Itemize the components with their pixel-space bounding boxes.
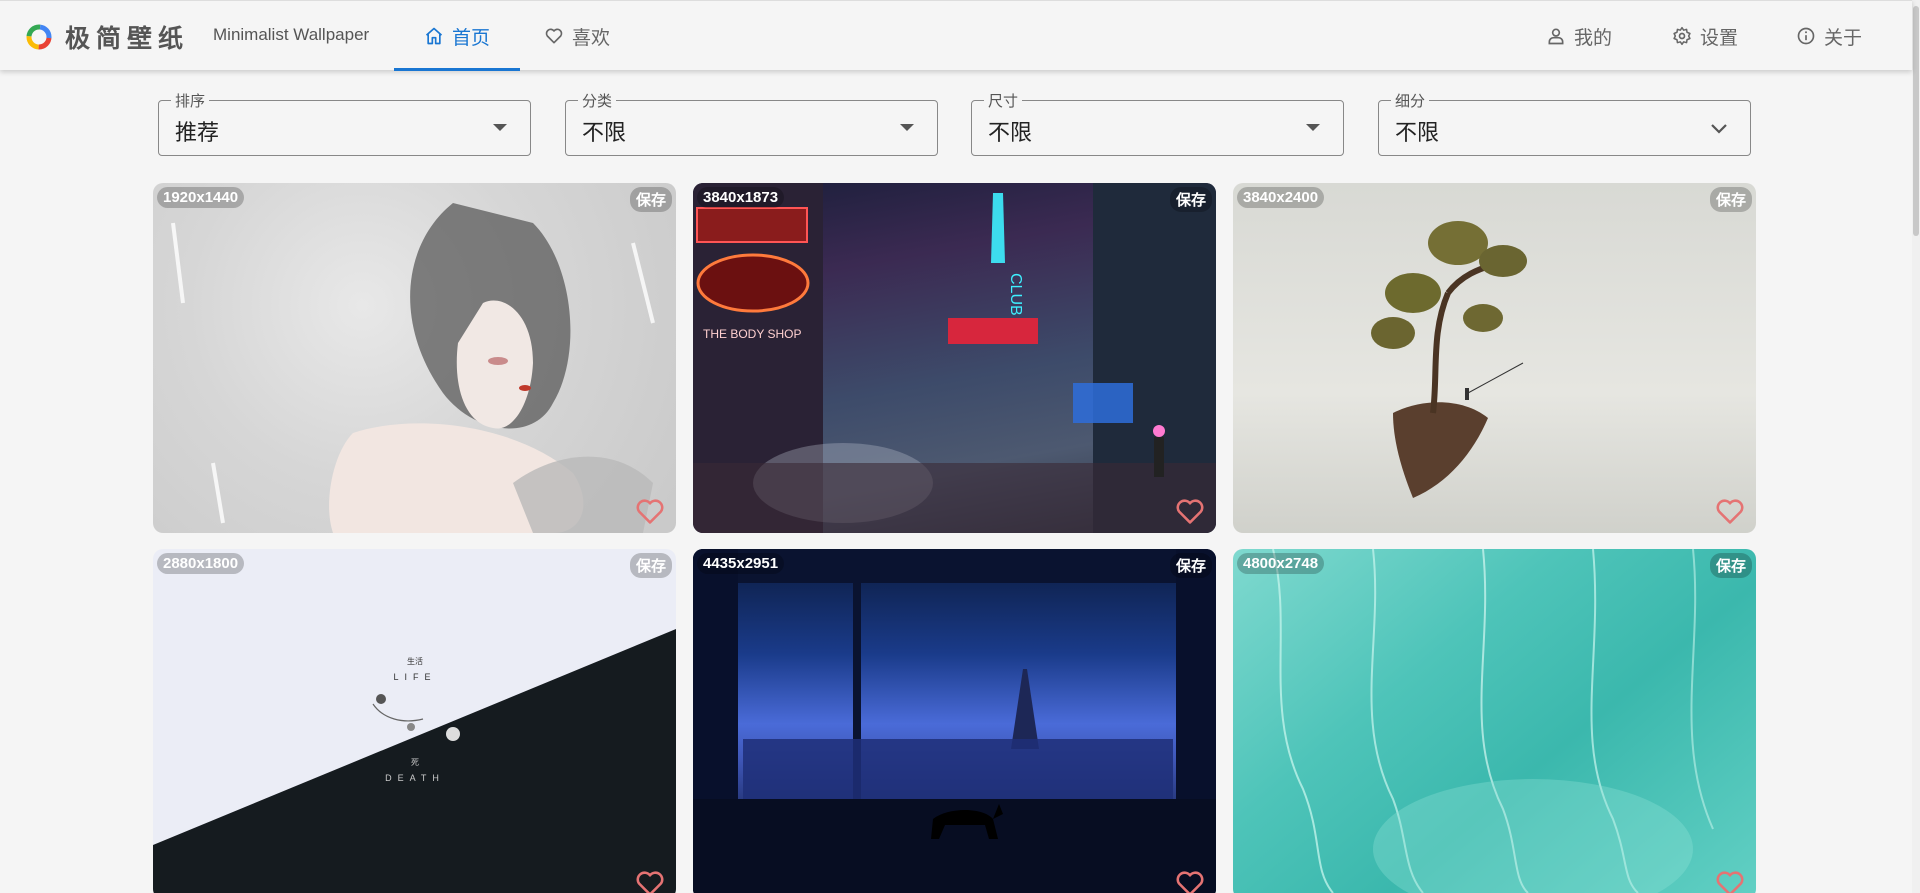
art-life-en-text: LIFE — [393, 672, 436, 682]
favorite-heart-icon[interactable] — [1714, 869, 1746, 893]
favorite-heart-icon[interactable] — [634, 869, 666, 893]
wallpaper-thumbnail — [171, 203, 655, 533]
save-button[interactable]: 保存 — [1169, 187, 1212, 212]
filter-size-value: 不限 — [988, 121, 1033, 146]
filter-sort-label: 排序 — [171, 90, 210, 111]
dropdown-arrow-icon — [900, 124, 914, 131]
scrollbar-thumb[interactable] — [1913, 6, 1919, 236]
resolution-badge: 1920x1440 — [157, 187, 245, 208]
app-brand: 极简壁纸 — [65, 24, 190, 53]
filter-category-label: 分类 — [578, 90, 617, 111]
nav-settings-button[interactable]: 设置 — [1672, 1, 1738, 71]
wallpaper-card[interactable]: 3840x2400 保存 — [1233, 183, 1756, 533]
art-death-cn-text: 死 — [411, 758, 419, 767]
resolution-badge: 4435x2951 — [697, 553, 785, 574]
save-button[interactable]: 保存 — [1709, 187, 1752, 212]
info-icon — [1797, 27, 1815, 45]
wallpaper-card[interactable]: 1920x1440 保存 — [153, 183, 676, 533]
nav-about-label: 关于 — [1824, 26, 1863, 49]
filter-category-select[interactable]: 分类 不限 — [565, 90, 938, 156]
dropdown-arrow-icon — [493, 124, 507, 131]
wallpaper-card[interactable]: 4800x2748 保存 — [1233, 549, 1756, 893]
filter-size-label: 尺寸 — [984, 90, 1023, 111]
favorite-heart-icon[interactable] — [634, 497, 666, 525]
wallpaper-card[interactable]: 生活 LIFE 死 DEATH 2880x1800 保存 — [153, 549, 676, 893]
home-icon — [425, 27, 443, 45]
nav-settings-label: 设置 — [1700, 26, 1739, 49]
favorite-heart-icon[interactable] — [1174, 497, 1206, 525]
page-scrollbar[interactable] — [1912, 0, 1920, 893]
nav-about-button[interactable]: 关于 — [1796, 1, 1862, 71]
save-button[interactable]: 保存 — [629, 187, 672, 212]
active-tab-indicator — [394, 68, 520, 71]
app-brand-subtitle: Minimalist Wallpaper — [213, 25, 370, 44]
filter-subcategory-value: 不限 — [1395, 121, 1440, 146]
filter-size-select[interactable]: 尺寸 不限 — [971, 90, 1344, 156]
wallpaper-thumbnail — [693, 549, 1216, 893]
nav-tab-home[interactable]: 首页 — [394, 1, 520, 71]
wallpaper-thumbnail — [1272, 549, 1714, 893]
nav-tab-home-label: 首页 — [451, 26, 490, 49]
neon-club-text: CLUB — [1007, 273, 1024, 316]
chevron-down-icon — [1711, 124, 1727, 134]
heart-outline-icon — [545, 28, 563, 44]
gear-icon — [1673, 26, 1691, 46]
wallpaper-card[interactable]: 4435x2951 保存 — [693, 549, 1216, 893]
resolution-badge: 4800x2748 — [1237, 553, 1325, 574]
filter-category-value: 不限 — [582, 121, 627, 146]
app-header: 极简壁纸 Minimalist Wallpaper 首页 喜欢 我的 设置 关于 — [0, 0, 1912, 71]
save-button[interactable]: 保存 — [1709, 553, 1752, 578]
wallpaper-thumbnail: 生活 LIFE 死 DEATH — [153, 629, 676, 893]
nav-tab-like-label: 喜欢 — [572, 26, 611, 49]
favorite-heart-icon[interactable] — [1174, 869, 1206, 893]
club-sign-text: THE BODY SHOP — [703, 327, 801, 341]
nav-mine-button[interactable]: 我的 — [1546, 1, 1612, 71]
wallpaper-card[interactable]: THE BODY SHOP CLUB 3840x1873 保存 — [693, 183, 1216, 533]
filter-subcategory-label: 细分 — [1391, 90, 1430, 111]
filter-sort-select[interactable]: 排序 推荐 — [158, 90, 531, 156]
art-death-en-text: DEATH — [385, 773, 445, 783]
save-button[interactable]: 保存 — [1169, 553, 1212, 578]
filter-sort-value: 推荐 — [175, 121, 220, 146]
favorite-heart-icon[interactable] — [1714, 497, 1746, 525]
dropdown-arrow-icon — [1306, 124, 1320, 131]
resolution-badge: 2880x1800 — [157, 553, 245, 574]
art-life-cn-text: 生活 — [407, 656, 423, 666]
wallpaper-thumbnail: THE BODY SHOP CLUB — [693, 183, 1216, 533]
nav-mine-label: 我的 — [1574, 26, 1613, 49]
nav-tab-like[interactable]: 喜欢 — [544, 1, 610, 71]
save-button[interactable]: 保存 — [629, 553, 672, 578]
resolution-badge: 3840x2400 — [1237, 187, 1325, 208]
wallpaper-thumbnail — [1371, 221, 1527, 498]
app-logo-icon — [26, 24, 52, 50]
user-icon — [1548, 28, 1564, 45]
resolution-badge: 3840x1873 — [697, 187, 785, 208]
filter-subcategory-select[interactable]: 细分 不限 — [1378, 90, 1751, 156]
